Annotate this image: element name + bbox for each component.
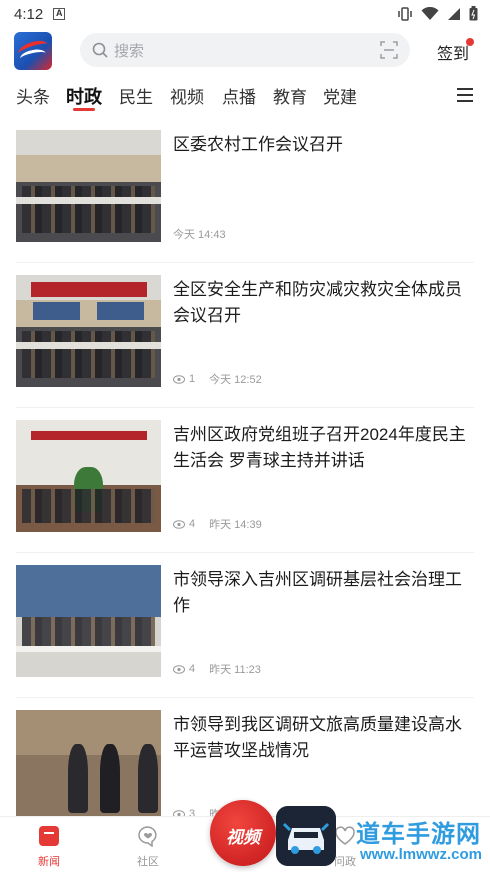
news-thumbnail (16, 130, 161, 242)
news-title: 市领导到我区调研文旅高质量建设高水平运营攻坚战情况 (173, 715, 462, 760)
community-icon (138, 826, 157, 847)
news-time: 今天 12:52 (209, 374, 262, 386)
news-views: 1 (189, 373, 196, 385)
news-item[interactable]: 区委农村工作会议召开 今天 14:43 (0, 118, 490, 263)
news-views: 4 (189, 663, 196, 675)
news-title: 区委农村工作会议召开 (173, 135, 343, 154)
search-icon (92, 42, 108, 58)
tab-on-demand[interactable]: 点播 (222, 83, 256, 108)
notification-a-icon: A (53, 8, 66, 20)
video-button[interactable]: 视频 (210, 800, 276, 866)
news-thumbnail (16, 710, 161, 822)
news-meta: 1 今天 12:52 (173, 371, 262, 387)
tab-video[interactable]: 视频 (170, 83, 204, 108)
news-time: 昨天 11:23 (209, 664, 261, 676)
channel-tabs: 头条 时政 民生 视频 点播 教育 党建 (0, 78, 490, 118)
scan-icon[interactable] (380, 41, 398, 59)
eye-icon (173, 664, 185, 674)
vibrate-icon (398, 6, 412, 21)
tab-politics[interactable]: 时政 (66, 83, 102, 109)
nav-community[interactable]: 社区 (118, 817, 178, 872)
status-time: 4:12 (14, 5, 44, 23)
watermark-url: www.lmwwz.com (360, 846, 482, 863)
news-thumbnail (16, 275, 161, 387)
news-time: 昨天 14:39 (209, 519, 262, 531)
channel-menu-icon[interactable] (457, 88, 473, 102)
tab-education[interactable]: 教育 (273, 83, 307, 108)
news-item[interactable]: 全区安全生产和防灾减灾救灾全体成员会议召开 1 今天 12:52 (0, 263, 490, 408)
wifi-icon (421, 6, 439, 20)
news-thumbnail (16, 565, 161, 677)
battery-icon (469, 6, 478, 21)
status-bar: 4:12 A (0, 0, 490, 28)
active-tab-indicator (73, 108, 95, 111)
car-logo-icon (276, 806, 336, 866)
watermark: 道车手游网 www.lmwwz.com (276, 806, 486, 868)
news-icon (39, 826, 59, 846)
news-meta: 4 昨天 14:39 (173, 516, 262, 532)
eye-icon (173, 519, 185, 529)
nav-news[interactable]: 新闻 (19, 817, 79, 872)
app-logo-icon[interactable] (14, 32, 52, 70)
video-button-label: 视频 (226, 828, 260, 847)
tab-livelihood[interactable]: 民生 (119, 83, 153, 108)
status-icons (397, 6, 478, 21)
news-title: 全区安全生产和防灾减灾救灾全体成员会议召开 (173, 280, 462, 325)
search-bar[interactable]: 搜索 (80, 33, 410, 67)
news-thumbnail (16, 420, 161, 532)
news-meta: 今天 14:43 (173, 226, 226, 242)
news-item[interactable]: 市领导深入吉州区调研基层社会治理工作 4 昨天 11:23 (0, 553, 490, 698)
eye-icon (173, 374, 185, 384)
news-meta: 4 昨天 11:23 (173, 661, 261, 677)
news-item[interactable]: 吉州区政府党组班子召开2024年度民主生活会 罗青球主持并讲话 4 昨天 14:… (0, 408, 490, 553)
nav-community-label: 社区 (137, 856, 159, 868)
signin-badge (466, 38, 474, 46)
nav-news-label: 新闻 (38, 856, 60, 868)
watermark-text: 道车手游网 (356, 821, 481, 848)
tab-party-building[interactable]: 党建 (323, 83, 357, 108)
news-title: 市领导深入吉州区调研基层社会治理工作 (173, 570, 462, 615)
search-placeholder: 搜索 (114, 42, 145, 60)
news-views: 4 (189, 518, 196, 530)
news-title: 吉州区政府党组班子召开2024年度民主生活会 罗青球主持并讲话 (173, 425, 466, 470)
tab-headlines[interactable]: 头条 (16, 83, 50, 108)
top-bar: 搜索 签到 (0, 30, 490, 72)
signal-icon (448, 7, 460, 20)
signin-button[interactable]: 签到 (437, 40, 469, 64)
news-time: 今天 14:43 (173, 229, 226, 241)
